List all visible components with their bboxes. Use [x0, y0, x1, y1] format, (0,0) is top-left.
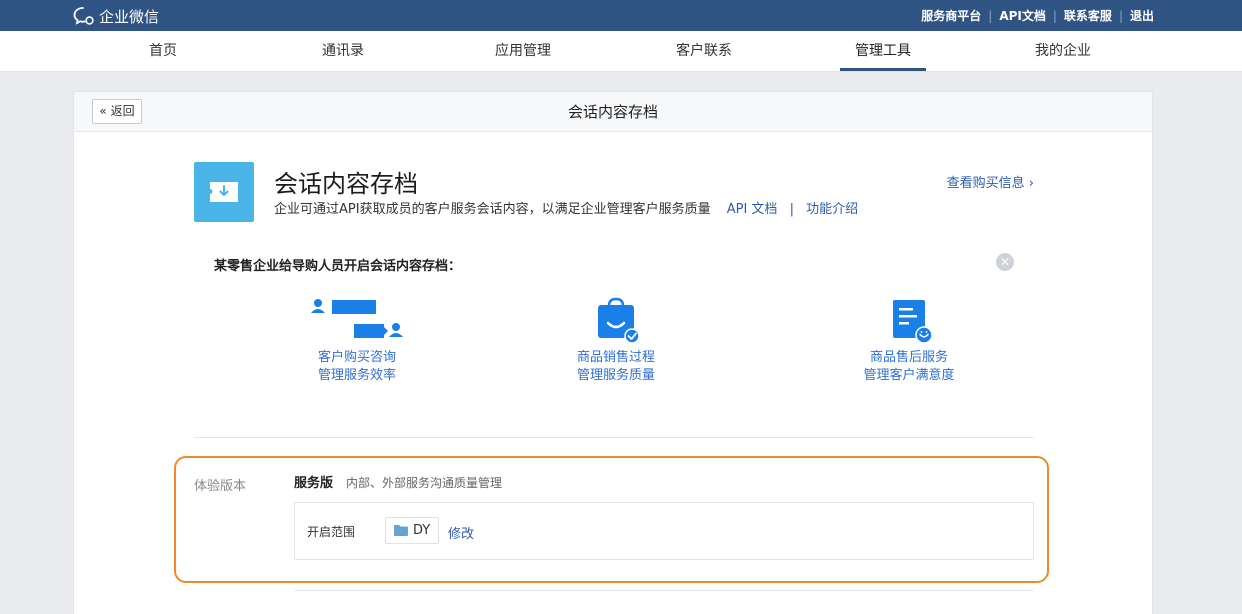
divider [194, 437, 1034, 438]
separator: | [1052, 8, 1057, 23]
feature-item: 客户购买咨询 管理服务效率 [247, 297, 467, 385]
case-title: 某零售企业给导购人员开启会话内容存档： [214, 259, 462, 274]
content-card: « 返回 会话内容存档 会话内容存档 企业可通过API获取成员的客户服务会话内容… [73, 91, 1153, 614]
version-label: 体验版本 [194, 479, 247, 494]
app-description-text: 企业可通过API获取成员的客户服务会话内容，以满足企业管理客户服务质量 [274, 202, 711, 217]
chat-users-icon [311, 299, 403, 338]
feature-line2: 管理服务效率 [317, 368, 396, 383]
purchase-info-link[interactable]: 查看购买信息 › [947, 172, 1034, 191]
folder-icon [394, 525, 408, 536]
top-links: 服务商平台 | API文档 | 联系客服 | 退出 [921, 0, 1154, 31]
nav-home[interactable]: 首页 [149, 31, 177, 71]
main-nav: 首页 通讯录 应用管理 客户联系 管理工具 我的企业 [0, 31, 1242, 72]
link-separator: | [789, 202, 794, 217]
chevron-right-icon: › [1028, 176, 1034, 191]
top-bar: 企业微信 服务商平台 | API文档 | 联系客服 | 退出 [0, 0, 1242, 31]
version-name: 服务版 [294, 476, 334, 491]
nav-app-management[interactable]: 应用管理 [495, 31, 551, 71]
logo[interactable]: 企业微信 [73, 5, 159, 27]
api-docs-link[interactable]: API文档 [999, 7, 1046, 24]
card-header: « 返回 会话内容存档 [74, 92, 1152, 132]
archive-app-icon [194, 162, 254, 222]
version-description: 内部、外部服务沟通质量管理 [346, 476, 503, 490]
divider [294, 590, 1034, 591]
app-description: 企业可通过API获取成员的客户服务会话内容，以满足企业管理客户服务质量 API … [274, 198, 858, 217]
scope-label: 开启范围 [307, 525, 356, 539]
close-icon[interactable]: ✕ [996, 253, 1014, 271]
wecom-logo-icon [73, 7, 94, 25]
nav-management-tools[interactable]: 管理工具 [840, 31, 926, 71]
document-smile-icon [893, 300, 933, 343]
page-title: 会话内容存档 [567, 103, 658, 121]
scope-panel: 开启范围 DY 修改 [294, 502, 1034, 560]
feature-line2: 管理服务质量 [576, 368, 655, 383]
logout-link[interactable]: 退出 [1130, 7, 1154, 24]
separator: | [1118, 8, 1123, 23]
nav-contacts[interactable]: 通讯录 [322, 31, 364, 71]
feature-item: 商品售后服务 管理客户满意度 [799, 297, 1019, 385]
purchase-info-label: 查看购买信息 [946, 176, 1025, 191]
feature-line2: 管理客户满意度 [863, 368, 955, 383]
provider-platform-link[interactable]: 服务商平台 [921, 7, 981, 24]
nav-customer-contact[interactable]: 客户联系 [676, 31, 732, 71]
app-name: 会话内容存档 [274, 170, 418, 198]
feature-line1: 商品售后服务 [869, 350, 948, 365]
logo-text: 企业微信 [99, 7, 160, 26]
scope-tag[interactable]: DY [385, 517, 440, 544]
separator: | [988, 8, 993, 23]
download-box-icon [210, 182, 238, 202]
edit-scope-link[interactable]: 修改 [448, 523, 474, 542]
api-docs-link[interactable]: API 文档 [727, 202, 778, 217]
feature-line1: 客户购买咨询 [317, 350, 396, 365]
nav-my-enterprise[interactable]: 我的企业 [1035, 31, 1091, 71]
feature-line1: 商品销售过程 [576, 350, 655, 365]
scope-value: DY [413, 523, 431, 538]
shopping-bag-icon [598, 297, 640, 343]
feature-item: 商品销售过程 管理服务质量 [506, 297, 726, 385]
contact-support-link[interactable]: 联系客服 [1064, 7, 1112, 24]
feature-intro-link[interactable]: 功能介绍 [806, 202, 858, 217]
